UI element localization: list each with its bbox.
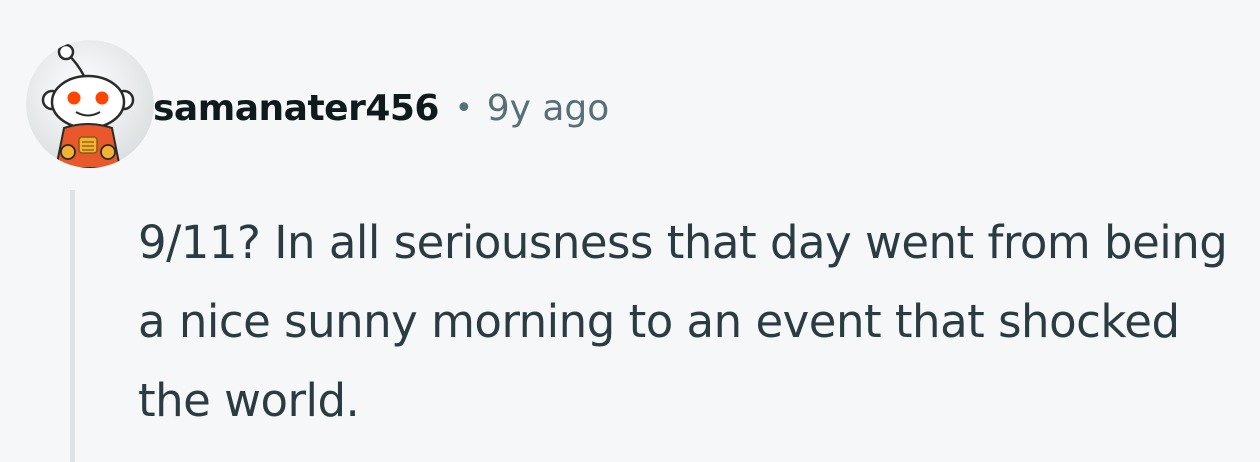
timestamp-link[interactable]: 9y ago: [487, 88, 610, 129]
thread-collapse-line[interactable]: [70, 190, 75, 462]
snoo-avatar-icon[interactable]: [26, 40, 154, 168]
meta-separator: •: [454, 90, 473, 126]
author-link[interactable]: samanater456: [153, 88, 439, 129]
comment: samanater456 • 9y ago 9/11? In all serio…: [0, 0, 1260, 462]
comment-body: 9/11? In all seriousness that day went f…: [138, 216, 1228, 427]
comment-meta: samanater456 • 9y ago: [153, 80, 609, 136]
